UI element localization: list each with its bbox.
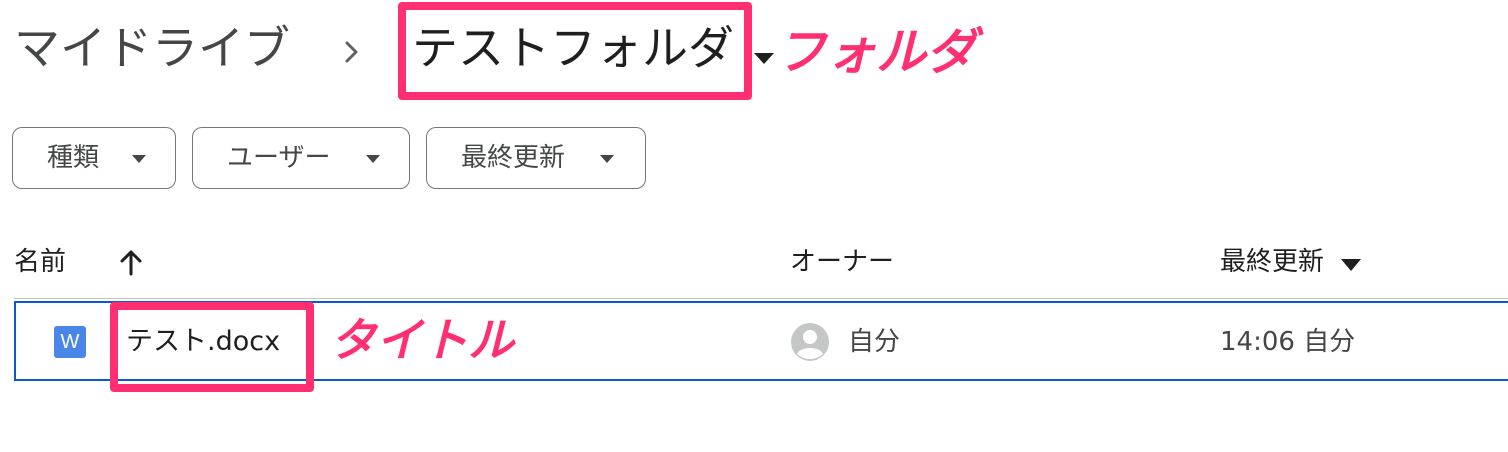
arrow-up-icon[interactable] [118, 248, 144, 276]
filter-user-label: ユーザー [227, 143, 331, 173]
header-divider [14, 298, 1508, 299]
caret-down-icon [132, 155, 146, 163]
caret-down-icon[interactable] [1340, 258, 1362, 272]
filter-user-chip[interactable]: ユーザー [192, 127, 410, 189]
word-icon: W [54, 326, 86, 358]
folder-highlight-box [398, 2, 752, 100]
chevron-right-icon [345, 41, 358, 63]
title-annotation-label: タイトル [330, 313, 514, 367]
column-header-owner: オーナー [790, 247, 895, 277]
breadcrumb-root[interactable]: マイドライブ [14, 20, 290, 76]
title-highlight-box [110, 302, 314, 392]
caret-down-icon [366, 155, 380, 163]
filter-type-label: 種類 [47, 143, 100, 173]
drive-folder-view: マイドライブ テストフォルダ フォルダ 種類 ユーザー 最終更新 名前 オーナー… [0, 0, 1508, 452]
column-header-updated[interactable]: 最終更新 [1220, 244, 1324, 280]
owner-name: 自分 [848, 327, 901, 357]
caret-down-icon [600, 155, 614, 163]
account-circle-icon [791, 323, 829, 361]
last-modified: 14:06 自分 [1220, 327, 1356, 357]
caret-down-icon[interactable] [752, 50, 776, 66]
filter-updated-label: 最終更新 [461, 143, 566, 173]
column-header-name[interactable]: 名前 [14, 244, 66, 280]
filter-type-chip[interactable]: 種類 [12, 127, 176, 189]
folder-annotation-label: フォルダ [776, 23, 976, 81]
filter-updated-chip[interactable]: 最終更新 [426, 127, 646, 189]
